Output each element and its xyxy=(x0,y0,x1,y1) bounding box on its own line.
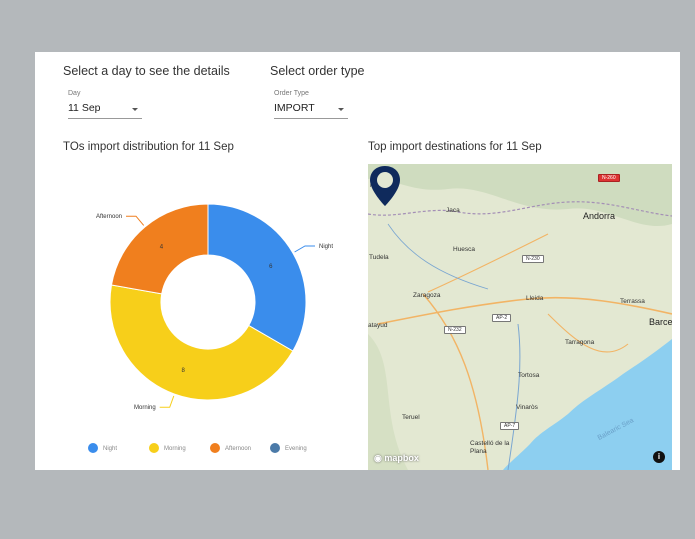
mapbox-logo-text: mapbox xyxy=(384,453,419,463)
legend-swatch xyxy=(270,443,280,453)
road-badge-ap7: AP-7 xyxy=(500,422,520,430)
map-label-zaragoza: Zaragoza xyxy=(413,292,441,299)
map-label-vinaros: Vinaròs xyxy=(516,404,538,411)
map-label-tarragona: Tarragona xyxy=(565,339,595,346)
road-badge-ap2: AP-2 xyxy=(492,314,512,322)
donut-slice-night[interactable] xyxy=(207,203,307,352)
legend-swatch xyxy=(88,443,98,453)
dashboard-card: date Select a day to see the details Day… xyxy=(35,52,680,470)
legend-label: Evening xyxy=(285,446,307,452)
road-badge-n230: N-230 xyxy=(522,255,544,263)
legend-label: Night xyxy=(103,446,117,452)
map-label-castello: Castelló de la Plana xyxy=(470,440,510,455)
map-title: Top import destinations for 11 Sep xyxy=(368,141,542,153)
road-badge-n232: N-232 xyxy=(444,326,466,334)
location-pin-icon[interactable] xyxy=(368,164,402,208)
map-label-terrassa: Terrassa xyxy=(620,298,645,305)
map-label-barcelona: Barce xyxy=(649,317,672,327)
info-icon[interactable]: i xyxy=(653,451,665,463)
legend-swatch xyxy=(149,443,159,453)
donut-category-label: Night xyxy=(319,244,333,250)
map-label-lleida: Lleida xyxy=(526,295,544,302)
map-label-andorra: Andorra xyxy=(583,211,616,221)
map-label-huesca: Huesca xyxy=(453,246,476,253)
map-label-tudela: Tudela xyxy=(369,254,389,261)
legend-item-night[interactable]: Night xyxy=(88,443,117,453)
donut-category-label: Morning xyxy=(134,405,156,411)
map-label-calatayud: atayud xyxy=(368,322,388,329)
legend-item-afternoon[interactable]: Afternoon xyxy=(210,443,251,453)
donut-leader-line xyxy=(126,215,145,226)
road-badge-n260: N-260 xyxy=(598,174,620,182)
mapbox-logo[interactable]: ◉ mapbox xyxy=(374,453,419,464)
legend-swatch xyxy=(210,443,220,453)
donut-chart: 6Night8Morning4AfternoonNight Morning Afte… xyxy=(88,203,333,453)
donut-leader-line xyxy=(294,245,315,253)
legend-item-evening[interactable]: Evening xyxy=(270,443,307,453)
map-label-tortosa: Tortosa xyxy=(518,372,540,379)
map-label-jaca: Jaca xyxy=(446,207,460,214)
map-label-teruel: Teruel xyxy=(402,414,420,421)
destinations-map[interactable]: mplona Jaca Andorra Huesca Tudela Zarago… xyxy=(368,164,672,470)
legend-label: Afternoon xyxy=(225,446,251,452)
donut-category-label: Afternoon xyxy=(96,214,122,220)
legend-item-morning[interactable]: Morning xyxy=(149,443,186,453)
legend-label: Morning xyxy=(164,446,186,452)
donut-leader-line xyxy=(159,395,175,408)
